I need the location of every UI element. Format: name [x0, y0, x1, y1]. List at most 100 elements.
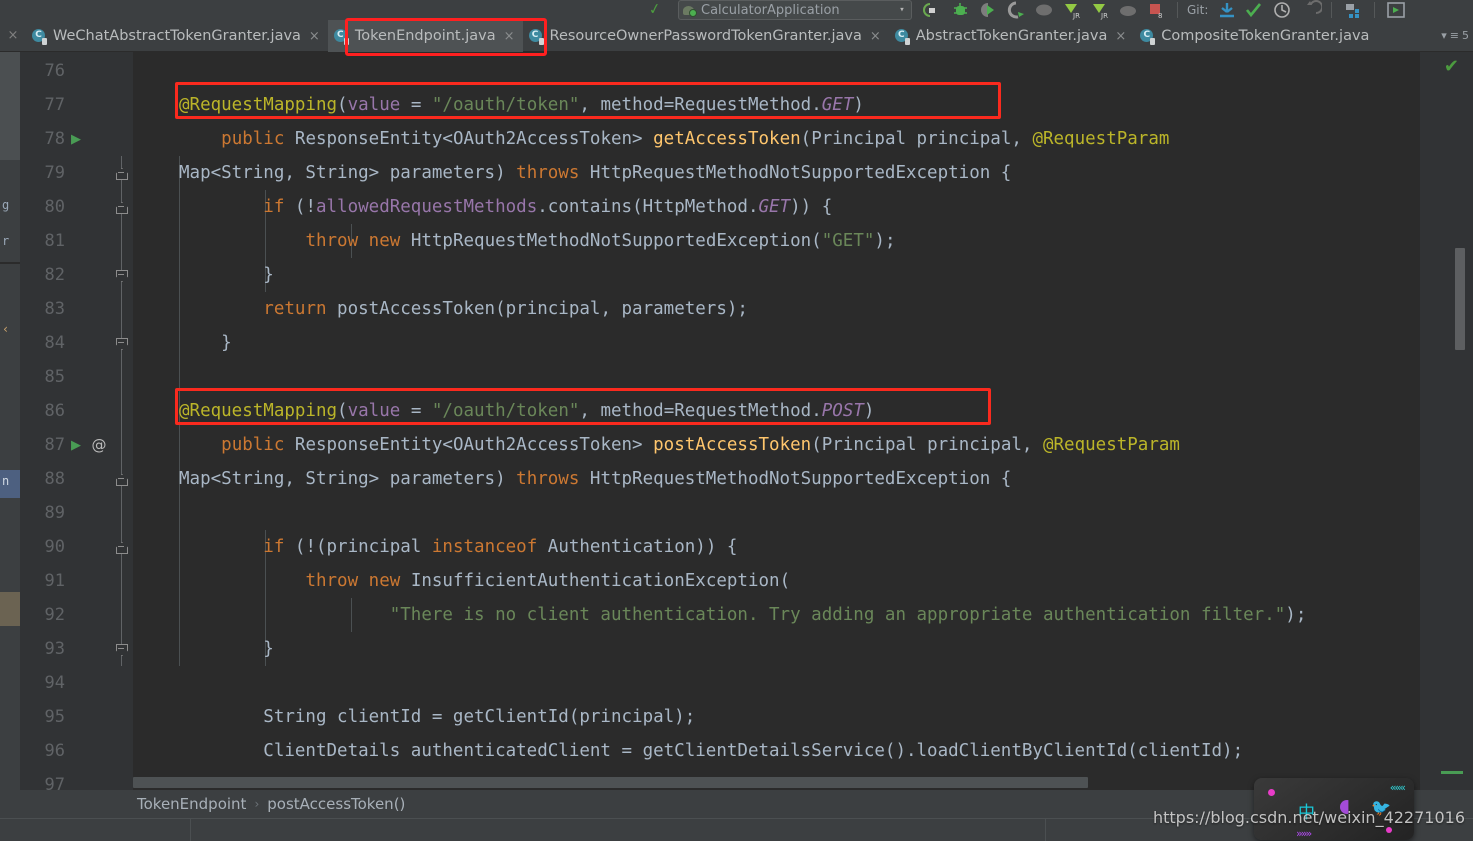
build-icon[interactable] [920, 0, 944, 20]
code-line[interactable]: public ResponseEntity<OAuth2AccessToken>… [133, 428, 1473, 462]
gutter-line[interactable]: 89 [20, 496, 133, 530]
debug-bug-icon[interactable] [948, 0, 972, 20]
git-revert-icon[interactable] [1298, 0, 1324, 20]
gutter-line[interactable]: 81 [20, 224, 133, 258]
git-update-icon[interactable] [1214, 0, 1238, 20]
breadcrumb-class[interactable]: TokenEndpoint [137, 795, 246, 813]
code-area[interactable]: @RequestMapping(value = "/oauth/token", … [133, 52, 1473, 790]
breadcrumb-method[interactable]: postAccessToken() [267, 795, 405, 813]
gutter-line[interactable]: 78 ▶ [20, 122, 133, 156]
code-line[interactable]: } [133, 258, 1473, 292]
code-token: method [600, 401, 664, 421]
inspection-ok-icon[interactable]: ✔ [1444, 56, 1459, 77]
code-line[interactable]: String clientId = getClientId(principal)… [133, 700, 1473, 734]
code-token: if [263, 537, 285, 557]
code-line[interactable]: public ResponseEntity<OAuth2AccessToken>… [133, 122, 1473, 156]
code-line[interactable] [133, 54, 1473, 88]
gutter-line[interactable]: 87 ▶ @ [20, 428, 133, 462]
fold-start-icon[interactable] [116, 541, 127, 552]
close-icon[interactable]: × [870, 29, 881, 44]
gutter-line[interactable]: 91 [20, 564, 133, 598]
editor-tab-resourceownerpasswordtokengranter[interactable]: ResourceOwnerPasswordTokenGranter.java × [523, 20, 889, 52]
code-line[interactable]: @RequestMapping(value = "/oauth/token", … [133, 394, 1473, 428]
toolbar-divider-2 [1331, 2, 1333, 18]
code-line[interactable] [133, 360, 1473, 394]
line-number: 90 [44, 537, 65, 557]
horizontal-scrollbar[interactable] [133, 776, 1420, 790]
code-line[interactable]: "There is no client authentication. Try … [133, 598, 1473, 632]
tab-list-icon[interactable]: ≡ [1450, 29, 1459, 42]
code-line[interactable]: if (!allowedRequestMethods.contains(Http… [133, 190, 1473, 224]
code-line[interactable]: Map<String, String> parameters) throws H… [133, 462, 1473, 496]
watermark-dot-icon [1268, 789, 1275, 796]
left-strip-fragment-g: g [2, 198, 10, 212]
code-token: = [663, 95, 675, 115]
override-gutter-icon[interactable]: @ [87, 436, 111, 454]
run-gutter-icon[interactable]: ▶ [65, 438, 87, 453]
profile-jr-icon[interactable]: JR [1088, 0, 1112, 20]
code-token: String clientId = getClientId(principal)… [179, 707, 696, 727]
code-line[interactable]: throw new HttpRequestMethodNotSupportedE… [133, 224, 1473, 258]
dump-threads-icon[interactable] [1116, 0, 1140, 20]
code-line[interactable]: @RequestMapping(value = "/oauth/token", … [133, 88, 1473, 122]
stop-red-icon[interactable]: 8 [1144, 0, 1168, 20]
code-line[interactable]: } [133, 632, 1473, 666]
vertical-scrollbar-thumb[interactable] [1455, 248, 1465, 350]
run-panel-icon[interactable] [1384, 0, 1408, 20]
gutter-line[interactable]: 95 [20, 700, 133, 734]
editor-gutter[interactable]: 76 77 78 ▶ 79 80 81 82 83 84 85 86 87 ▶ @88 89 90 91 92 93 9… [20, 52, 133, 795]
run-gutter-icon[interactable]: ▶ [65, 132, 87, 147]
java-class-icon [333, 28, 349, 45]
chevron-down-icon[interactable]: ▾ [1441, 29, 1447, 42]
fold-end-icon[interactable] [116, 643, 127, 654]
code-line[interactable]: if (!(principal instanceof Authenticatio… [133, 530, 1473, 564]
gutter-line[interactable]: 96 [20, 734, 133, 768]
run-icon[interactable] [976, 0, 1000, 20]
editor-tab-compositetokengranter[interactable]: CompositeTokenGranter.java [1134, 20, 1377, 52]
chevron-down-icon[interactable]: ▾ [897, 5, 907, 15]
code-line[interactable]: ClientDetails authenticatedClient = getC… [133, 734, 1473, 768]
editor-tab-tokenendpoint[interactable]: TokenEndpoint.java × [327, 20, 523, 52]
run-configuration-selector[interactable]: CalculatorApplication ▾ [678, 0, 912, 20]
editor-tab-wechatabstracttokengranter[interactable]: WeChatAbstractTokenGranter.java × [26, 20, 328, 52]
code-line[interactable]: throw new InsufficientAuthenticationExce… [133, 564, 1473, 598]
code-token: RequestMethod. [674, 401, 822, 421]
tab-overflow-control[interactable]: ▾ ≡ 5 [1441, 20, 1473, 51]
git-commit-icon[interactable] [1242, 0, 1266, 20]
close-icon[interactable]: × [309, 29, 320, 44]
code-line[interactable]: Map<String, String> parameters) throws H… [133, 156, 1473, 190]
editor-tab-abstracttokengranter[interactable]: AbstractTokenGranter.java × [889, 20, 1135, 52]
left-strip-fragment-chevron: ‹ [2, 322, 10, 336]
fold-start-icon[interactable] [116, 473, 127, 484]
gutter-line[interactable]: 92 [20, 598, 133, 632]
code-line[interactable] [133, 666, 1473, 700]
gutter-line[interactable]: 86 [20, 394, 133, 428]
code-line[interactable]: } [133, 326, 1473, 360]
structure-icon[interactable] [1341, 0, 1365, 20]
gutter-line[interactable]: 85 [20, 360, 133, 394]
code-line[interactable]: return postAccessToken(principal, parame… [133, 292, 1473, 326]
coverage-jr-icon[interactable]: JR [1060, 0, 1084, 20]
close-icon[interactable]: × [504, 29, 515, 44]
code-line-text: throw new HttpRequestMethodNotSupportedE… [133, 231, 895, 251]
close-all-tabs-icon[interactable]: × [0, 20, 26, 51]
gutter-line[interactable]: 94 [20, 666, 133, 700]
gutter-line[interactable]: 83 [20, 292, 133, 326]
gutter-line[interactable]: 77 [20, 88, 133, 122]
close-icon[interactable]: × [1115, 29, 1126, 44]
fold-start-icon[interactable] [116, 201, 127, 212]
fold-start-icon[interactable] [116, 167, 127, 178]
attach-process-icon[interactable] [1032, 0, 1056, 20]
code-editor[interactable]: 76 77 78 ▶ 79 80 81 82 83 84 85 86 87 ▶ @88 89 90 91 92 93 9… [20, 52, 1473, 795]
fold-end-icon[interactable] [116, 337, 127, 348]
gutter-line[interactable]: 76 [20, 54, 133, 88]
horizontal-scrollbar-thumb[interactable] [133, 777, 1088, 788]
git-history-icon[interactable] [1270, 0, 1294, 20]
code-line[interactable] [133, 496, 1473, 530]
debug-run-icon[interactable] [1004, 0, 1028, 20]
fold-end-icon[interactable] [116, 269, 127, 280]
editor-marker-bar[interactable]: ✔ [1420, 52, 1473, 790]
line-number: 81 [44, 231, 65, 251]
